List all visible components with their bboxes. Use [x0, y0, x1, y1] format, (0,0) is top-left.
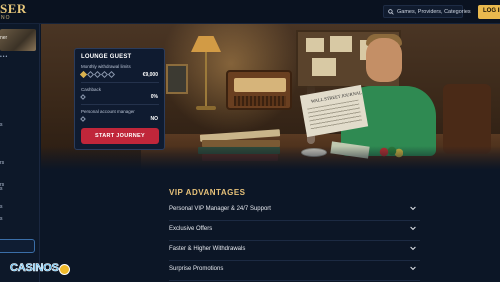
sidebar-item[interactable]: s — [0, 186, 3, 192]
sidebar: ner ••• rs rs s s s s — [0, 24, 40, 282]
level-diamond-icon — [107, 70, 116, 79]
chevron-down-icon — [410, 226, 416, 231]
sidebar-promo-label: ner — [0, 35, 8, 41]
sidebar-promo-thumbnail[interactable]: ner — [0, 29, 36, 51]
login-button[interactable]: LOG IN — [478, 5, 500, 19]
picture-frame — [166, 64, 188, 94]
chair — [443, 84, 491, 154]
sidebar-item[interactable]: s — [0, 216, 3, 222]
watermark-badge-icon — [59, 264, 70, 275]
sidebar-item[interactable]: s — [0, 204, 3, 210]
cashback-value: 0% — [150, 94, 158, 100]
search-icon — [388, 8, 394, 15]
chevron-down-icon — [410, 246, 416, 251]
site-logo-sub: NO — [1, 15, 11, 21]
search-input[interactable]: Games, Providers, Categories — [383, 5, 471, 18]
vip-level-card: LOUNGE GUEST Monthly withdrawal limits €… — [74, 48, 165, 150]
account-manager-label: Personal account manager — [81, 109, 135, 114]
sidebar-item[interactable]: rs — [0, 160, 4, 166]
start-journey-button[interactable]: START JOURNEY — [81, 128, 159, 144]
cashback-label: Cashback — [81, 87, 102, 92]
watermark-text: CASINOS — [10, 262, 60, 275]
advantage-row[interactable]: Faster & Higher Withdrawals — [169, 241, 420, 261]
vip-level-title: LOUNGE GUEST — [81, 54, 132, 60]
withdrawal-limit-label: Monthly withdrawal limits — [81, 64, 131, 69]
advantage-label: Faster & Higher Withdrawals — [169, 246, 246, 252]
vip-advantages-title: VIP ADVANTAGES — [169, 188, 246, 197]
carousel-dots[interactable]: ••• — [0, 54, 8, 60]
account-manager-value: NO — [150, 116, 159, 122]
advantage-row[interactable]: Exclusive Offers — [169, 221, 420, 241]
advantage-row[interactable]: Surprise Promotions — [169, 261, 420, 281]
casinos-watermark-logo: CASINOS — [8, 261, 70, 279]
chevron-down-icon — [410, 206, 416, 211]
level-diamond-icon — [80, 94, 86, 100]
advantage-label: Surprise Promotions — [169, 266, 224, 272]
top-bar: SER NO Games, Providers, Categories LOG … — [0, 0, 500, 24]
vip-page: SER NO Games, Providers, Categories LOG … — [0, 0, 500, 282]
sidebar-item[interactable]: s — [0, 122, 3, 128]
advantage-row[interactable]: Personal VIP Manager & 24/7 Support — [169, 201, 420, 221]
sidebar-button[interactable] — [0, 239, 35, 253]
advantage-label: Personal VIP Manager & 24/7 Support — [169, 206, 271, 212]
chevron-down-icon — [410, 266, 416, 271]
level-diamond-icon — [80, 116, 86, 122]
withdrawal-limit-value: €9,000 — [142, 72, 158, 78]
lamp-illustration — [191, 36, 221, 52]
search-placeholder: Games, Providers, Categories — [397, 8, 471, 15]
advantage-label: Exclusive Offers — [169, 226, 213, 232]
vip-level-progress — [79, 70, 116, 79]
vintage-radio — [226, 70, 292, 110]
